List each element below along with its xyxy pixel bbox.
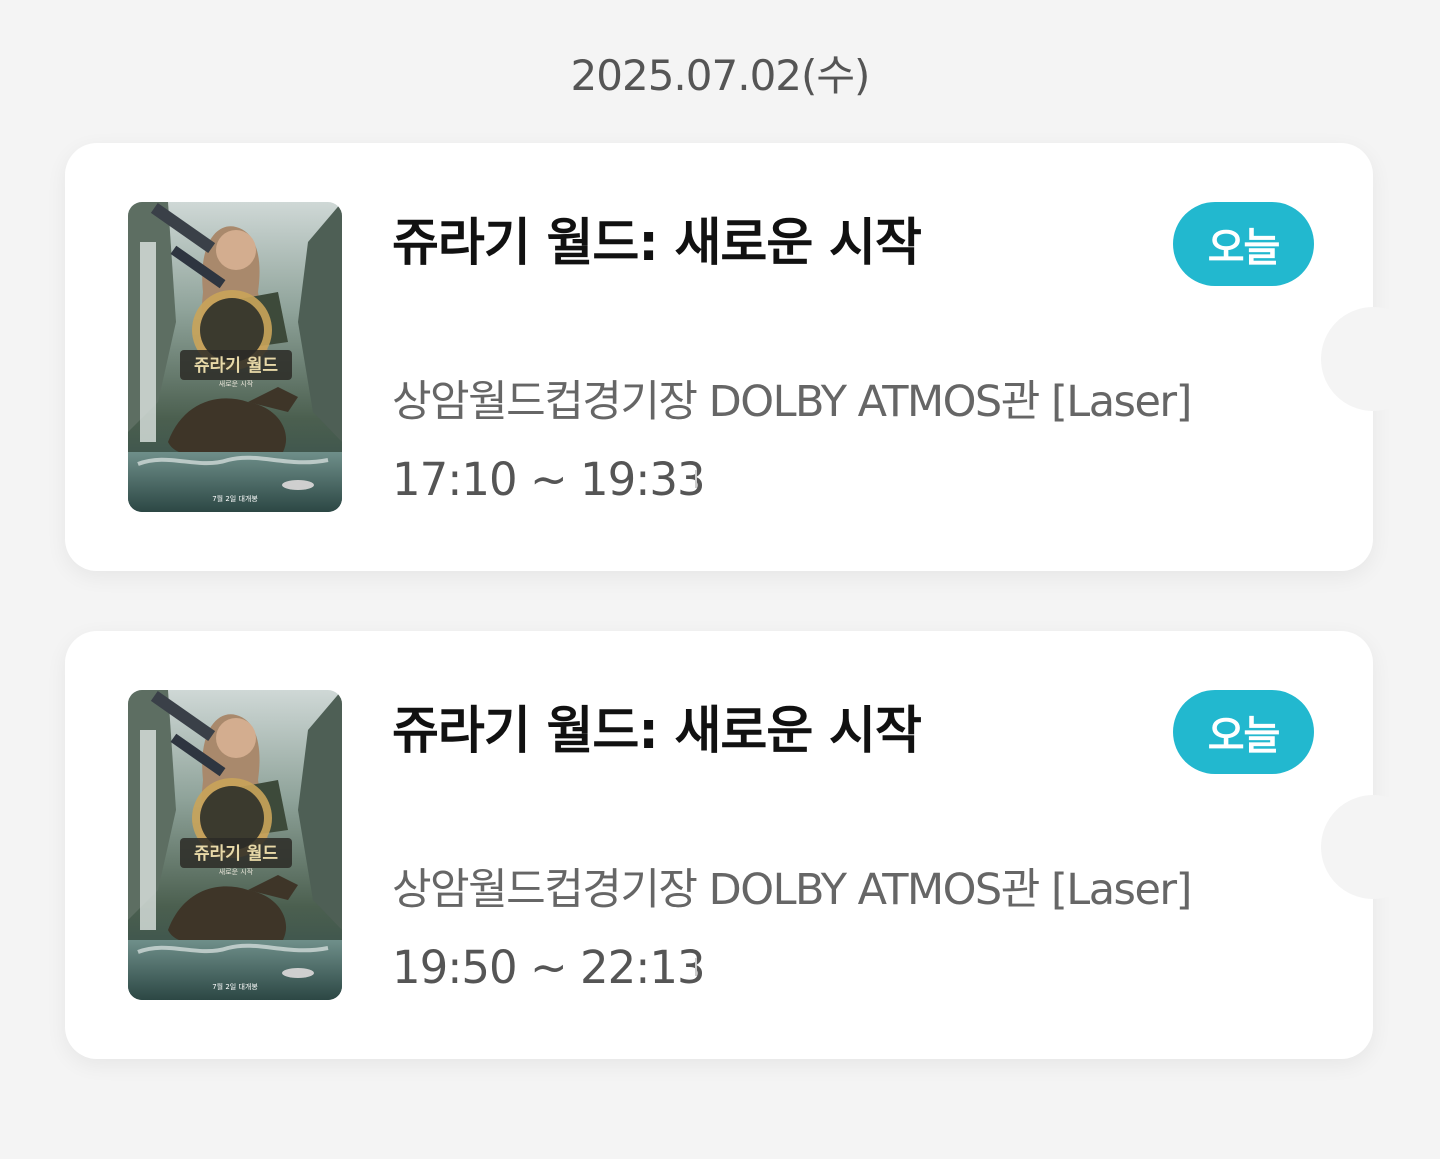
poster-subtitle: 새로운 시작 <box>219 867 254 876</box>
theater-name: 상암월드컵경기장 DOLBY ATMOS관 [Laser] <box>392 377 1192 427</box>
movie-title: 쥬라기 월드: 새로운 시작 <box>392 702 922 761</box>
poster-release: 7월 2일 대개봉 <box>212 494 258 503</box>
movie-title: 쥬라기 월드: 새로운 시작 <box>392 214 922 273</box>
ticket-notch <box>1321 307 1425 411</box>
today-badge: 오늘 <box>1173 202 1314 286</box>
date-header: 2025.07.02(수) <box>570 51 871 100</box>
poster-title: 쥬라기 월드 <box>194 356 278 376</box>
showtime: 19:50 ~ 22:13 <box>392 941 706 994</box>
ticket-card[interactable]: 쥬라기 월드 새로운 시작 7월 2일 대개봉 쥬라기 월드: 새로운 시작 오… <box>65 143 1425 571</box>
poster-title: 쥬라기 월드 <box>194 844 278 864</box>
ticket-notch <box>1321 795 1425 899</box>
theater-name: 상암월드컵경기장 DOLBY ATMOS관 [Laser] <box>392 865 1192 915</box>
divider <box>695 958 697 976</box>
poster-subtitle: 새로운 시작 <box>219 379 254 388</box>
ticket-card[interactable]: 쥬라기 월드 새로운 시작 7월 2일 대개봉 쥬라기 월드: 새로운 시작 오… <box>65 631 1425 1059</box>
today-badge: 오늘 <box>1173 690 1314 774</box>
movie-poster: 쥬라기 월드 새로운 시작 7월 2일 대개봉 <box>128 202 342 512</box>
showtime: 17:10 ~ 19:33 <box>392 453 706 506</box>
movie-poster: 쥬라기 월드 새로운 시작 7월 2일 대개봉 <box>128 690 342 1000</box>
divider <box>695 470 697 488</box>
poster-release: 7월 2일 대개봉 <box>212 982 258 991</box>
